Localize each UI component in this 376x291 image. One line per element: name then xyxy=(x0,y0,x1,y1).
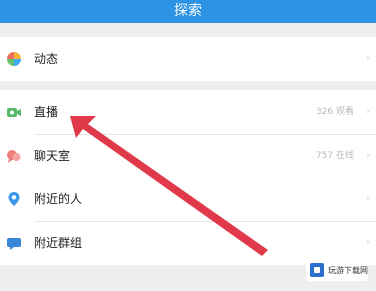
watermark: 玩游下载网 xyxy=(306,259,368,281)
annotation-arrow xyxy=(70,116,268,256)
watermark-text: 玩游下载网 xyxy=(328,265,368,275)
watermark-logo-icon xyxy=(310,263,324,277)
